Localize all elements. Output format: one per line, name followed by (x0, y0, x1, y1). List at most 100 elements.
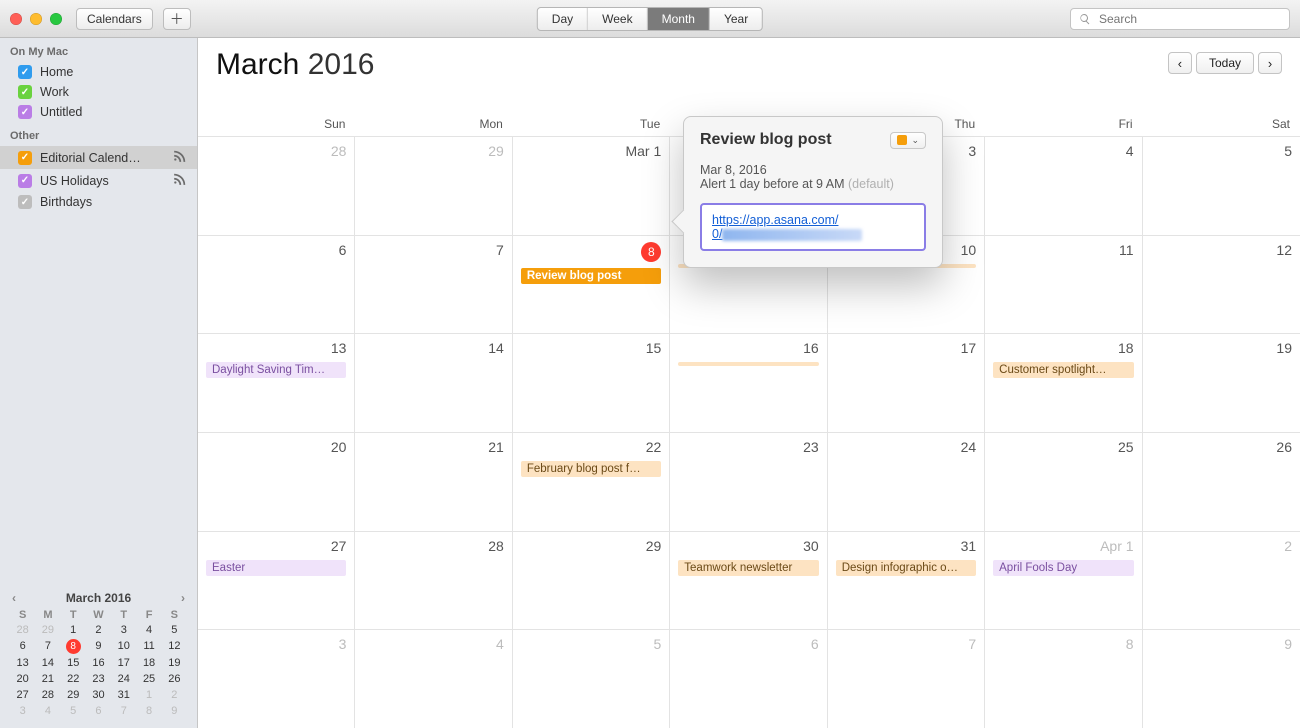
calendar-day[interactable]: 24 (828, 433, 985, 531)
view-week[interactable]: Week (588, 8, 647, 30)
calendar-day[interactable]: 27Easter (198, 532, 355, 630)
calendars-button[interactable]: Calendars (76, 8, 153, 30)
calendar-day[interactable]: 17 (828, 334, 985, 432)
mini-day[interactable]: 28 (35, 688, 60, 702)
checkbox-icon[interactable] (18, 174, 32, 188)
mini-day[interactable]: 3 (111, 623, 136, 637)
sidebar-calendar-item[interactable]: Editorial Calend… (0, 146, 197, 169)
mini-day[interactable]: 13 (10, 656, 35, 670)
calendar-day[interactable]: 7 (828, 630, 985, 728)
mini-day[interactable]: 29 (35, 623, 60, 637)
sidebar-calendar-item[interactable]: US Holidays (0, 169, 197, 192)
sidebar-calendar-item[interactable]: Work (0, 82, 197, 102)
calendar-day[interactable]: 28 (198, 137, 355, 235)
mini-day[interactable]: 8 (66, 639, 81, 654)
fullscreen-icon[interactable] (50, 13, 62, 25)
mini-day[interactable]: 1 (136, 688, 161, 702)
calendar-event[interactable]: February blog post f… (521, 461, 661, 477)
calendar-day[interactable]: 6 (670, 630, 827, 728)
mini-next-button[interactable]: › (179, 591, 187, 605)
mini-day[interactable]: 9 (162, 704, 187, 718)
calendar-event[interactable]: Review blog post (521, 268, 661, 284)
calendar-event[interactable]: Easter (206, 560, 346, 576)
mini-day[interactable]: 16 (86, 656, 111, 670)
calendar-day[interactable]: 25 (985, 433, 1142, 531)
calendar-day[interactable]: 22February blog post f… (513, 433, 670, 531)
prev-month-button[interactable]: ‹ (1168, 52, 1192, 74)
calendar-event[interactable] (678, 362, 818, 366)
mini-day[interactable]: 12 (162, 639, 187, 654)
calendar-day[interactable]: 21 (355, 433, 512, 531)
calendar-picker[interactable]: ⌄ (890, 132, 926, 149)
mini-day[interactable]: 8 (136, 704, 161, 718)
mini-day[interactable]: 25 (136, 672, 161, 686)
calendar-day[interactable]: 7 (355, 236, 512, 334)
mini-day[interactable]: 24 (111, 672, 136, 686)
mini-day[interactable]: 14 (35, 656, 60, 670)
mini-day[interactable]: 20 (10, 672, 35, 686)
calendar-day[interactable]: 3 (198, 630, 355, 728)
calendar-day[interactable]: Apr 1April Fools Day (985, 532, 1142, 630)
mini-day[interactable]: 21 (35, 672, 60, 686)
checkbox-icon[interactable] (18, 105, 32, 119)
calendar-day[interactable]: 29 (513, 532, 670, 630)
calendar-day[interactable]: 5 (1143, 137, 1300, 235)
calendar-day[interactable]: 26 (1143, 433, 1300, 531)
mini-day[interactable]: 15 (61, 656, 86, 670)
checkbox-icon[interactable] (18, 85, 32, 99)
calendar-day[interactable]: 20 (198, 433, 355, 531)
mini-day[interactable]: 22 (61, 672, 86, 686)
mini-day[interactable]: 6 (10, 639, 35, 654)
calendar-event[interactable]: Daylight Saving Tim… (206, 362, 346, 378)
mini-day[interactable]: 7 (111, 704, 136, 718)
mini-day[interactable]: 17 (111, 656, 136, 670)
search-input[interactable] (1097, 11, 1281, 27)
mini-day[interactable]: 19 (162, 656, 187, 670)
popover-url-link-2[interactable]: 0/ (712, 227, 722, 241)
calendar-day[interactable]: 13Daylight Saving Tim… (198, 334, 355, 432)
popover-url-field[interactable]: https://app.asana.com/ 0/ (700, 203, 926, 251)
calendar-event[interactable]: Customer spotlight… (993, 362, 1133, 378)
search-field[interactable] (1070, 8, 1290, 30)
next-month-button[interactable]: › (1258, 52, 1282, 74)
close-icon[interactable] (10, 13, 22, 25)
sidebar-calendar-item[interactable]: Home (0, 62, 197, 82)
mini-day[interactable]: 30 (86, 688, 111, 702)
mini-day[interactable]: 10 (111, 639, 136, 654)
calendar-day[interactable]: 30Teamwork newsletter (670, 532, 827, 630)
calendar-day[interactable]: 8Review blog post (513, 236, 670, 334)
mini-day[interactable]: 11 (136, 639, 161, 654)
calendar-day[interactable]: 18Customer spotlight… (985, 334, 1142, 432)
calendar-event[interactable]: April Fools Day (993, 560, 1133, 576)
checkbox-icon[interactable] (18, 65, 32, 79)
mini-day[interactable]: 18 (136, 656, 161, 670)
mini-day[interactable]: 5 (162, 623, 187, 637)
mini-day[interactable]: 6 (86, 704, 111, 718)
mini-day[interactable]: 7 (35, 639, 60, 654)
mini-day[interactable]: 2 (86, 623, 111, 637)
calendar-day[interactable]: 4 (355, 630, 512, 728)
checkbox-icon[interactable] (18, 195, 32, 209)
mini-day[interactable]: 28 (10, 623, 35, 637)
calendar-day[interactable]: 19 (1143, 334, 1300, 432)
calendar-day[interactable]: 12 (1143, 236, 1300, 334)
mini-day[interactable]: 4 (35, 704, 60, 718)
today-button[interactable]: Today (1196, 52, 1254, 74)
calendar-event[interactable]: Teamwork newsletter (678, 560, 818, 576)
minimize-icon[interactable] (30, 13, 42, 25)
mini-day[interactable]: 3 (10, 704, 35, 718)
mini-day[interactable]: 31 (111, 688, 136, 702)
calendar-day[interactable]: 11 (985, 236, 1142, 334)
mini-day[interactable]: 27 (10, 688, 35, 702)
mini-day[interactable]: 1 (61, 623, 86, 637)
calendar-day[interactable]: 8 (985, 630, 1142, 728)
calendar-day[interactable]: 6 (198, 236, 355, 334)
view-month[interactable]: Month (648, 8, 710, 30)
calendar-day[interactable]: 28 (355, 532, 512, 630)
popover-url-link[interactable]: https://app.asana.com/ (712, 213, 838, 227)
calendar-day[interactable]: 31Design infographic o… (828, 532, 985, 630)
calendar-event[interactable]: Design infographic o… (836, 560, 976, 576)
calendar-day[interactable]: 16 (670, 334, 827, 432)
mini-prev-button[interactable]: ‹ (10, 591, 18, 605)
mini-day[interactable]: 9 (86, 639, 111, 654)
